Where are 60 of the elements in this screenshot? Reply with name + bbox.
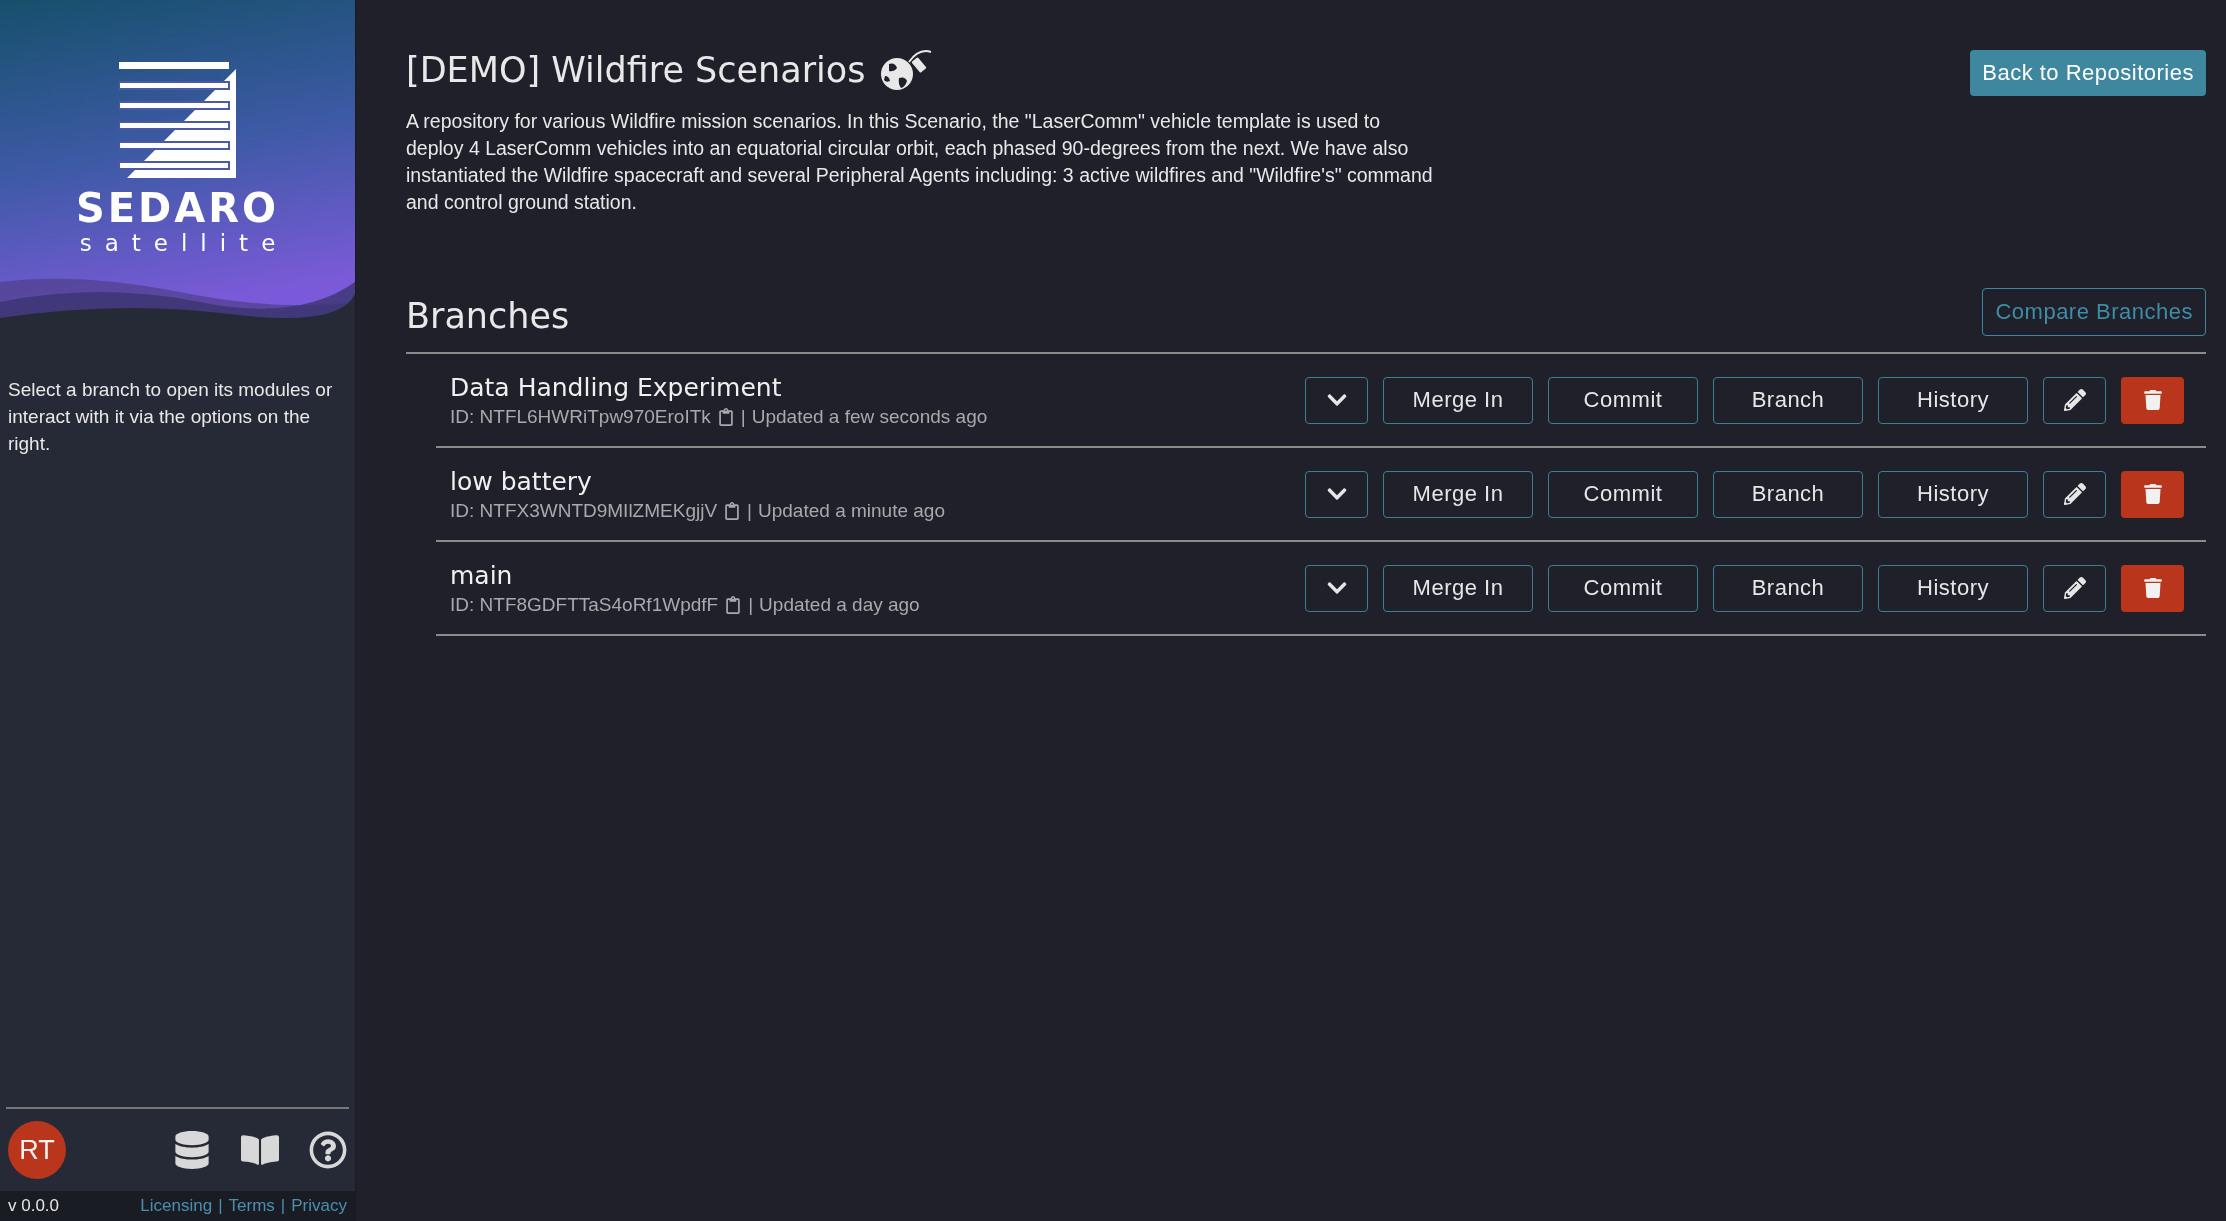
section-heading: Branches [406,296,570,336]
repository-description: A repository for various Wildfire mission scenarios. In this Scenario, the "LaserComm" vehicle template is used to deploy 4 LaserComm vehicles into an equatorial circular orbit, each phased 90-degrees from the next. We have also instantiated the Wildfire spacecraft and several Peripheral Agents including: 3 active wildfires and "Wildfire's" command and control ground station. [406,109,1434,215]
branch-id: ID: NTFL6HWRiTpw970EroITk [450,405,711,428]
trash-icon [2142,578,2163,598]
branch-name[interactable]: main [450,560,1305,590]
logo-icon [118,62,237,178]
branch-id: ID: NTFX3WNTD9MIlZMEKgjjV [450,499,718,522]
footer-link[interactable]: Terms [228,1196,275,1216]
delete-button[interactable] [2121,564,2184,612]
user-avatar[interactable]: RT [8,1121,66,1179]
edit-button[interactable] [2043,470,2106,518]
database-icon[interactable] [173,1131,211,1169]
action-button[interactable]: History [1878,376,2028,424]
updated-time: Updated a day ago [759,593,920,616]
action-button[interactable]: History [1878,564,2028,612]
trash-icon [2142,390,2163,410]
delete-button[interactable] [2121,376,2184,424]
trash-icon [2142,484,2163,504]
link-separator: | [280,1196,286,1216]
pencil-icon [2063,389,2086,411]
delete-button[interactable] [2121,470,2184,518]
updated-time: Updated a few seconds ago [751,405,988,428]
action-button[interactable]: Commit [1548,470,1698,518]
meta-separator: | [748,593,754,616]
clipboard-icon[interactable] [724,595,743,614]
link-separator: | [218,1196,223,1216]
logo-wordmark: SEDARO [75,188,280,228]
edit-button[interactable] [2043,376,2106,424]
footer-link[interactable]: Privacy [291,1196,347,1216]
meta-separator: | [747,499,752,522]
compare-button[interactable]: Compare Branches [1982,288,2206,336]
help-icon[interactable] [309,1131,347,1169]
branch-name[interactable]: Data Handling Experiment [450,372,1305,402]
action-button[interactable]: Branch [1713,376,1863,424]
expand-button[interactable] [1305,376,1368,424]
clipboard-icon[interactable] [716,407,735,426]
meta-separator: | [740,405,746,428]
clipboard-icon[interactable] [723,501,742,520]
action-button[interactable]: History [1878,470,2028,518]
action-button[interactable]: Commit [1548,376,1698,424]
back-button[interactable]: Back to Repositories [1970,50,2206,96]
action-button[interactable]: Branch [1713,564,1863,612]
action-button[interactable]: Merge In [1383,564,1533,612]
branch-name[interactable]: low battery [450,466,1305,496]
pencil-icon [2063,483,2086,505]
help-text: Select a branch to open its modules or interact with it via the options on the right. [7,378,334,456]
version-label: v 0.0.0 [8,1196,60,1216]
action-button[interactable]: Commit [1548,564,1698,612]
action-button[interactable]: Branch [1713,470,1863,518]
logo-tagline: satellite [78,232,289,255]
action-button[interactable]: Merge In [1383,470,1533,518]
action-button[interactable]: Merge In [1383,376,1533,424]
edit-button[interactable] [2043,564,2106,612]
branch-id: ID: NTF8GDFTTaS4oRf1WpdfF [450,593,719,616]
repository-title: [DEMO] Wildfire Scenarios [406,50,866,90]
updated-time: Updated a minute ago [758,499,945,522]
pencil-icon [2063,577,2086,599]
footer-link[interactable]: Licensing [140,1196,213,1216]
expand-button[interactable] [1305,564,1368,612]
expand-button[interactable] [1305,470,1368,518]
